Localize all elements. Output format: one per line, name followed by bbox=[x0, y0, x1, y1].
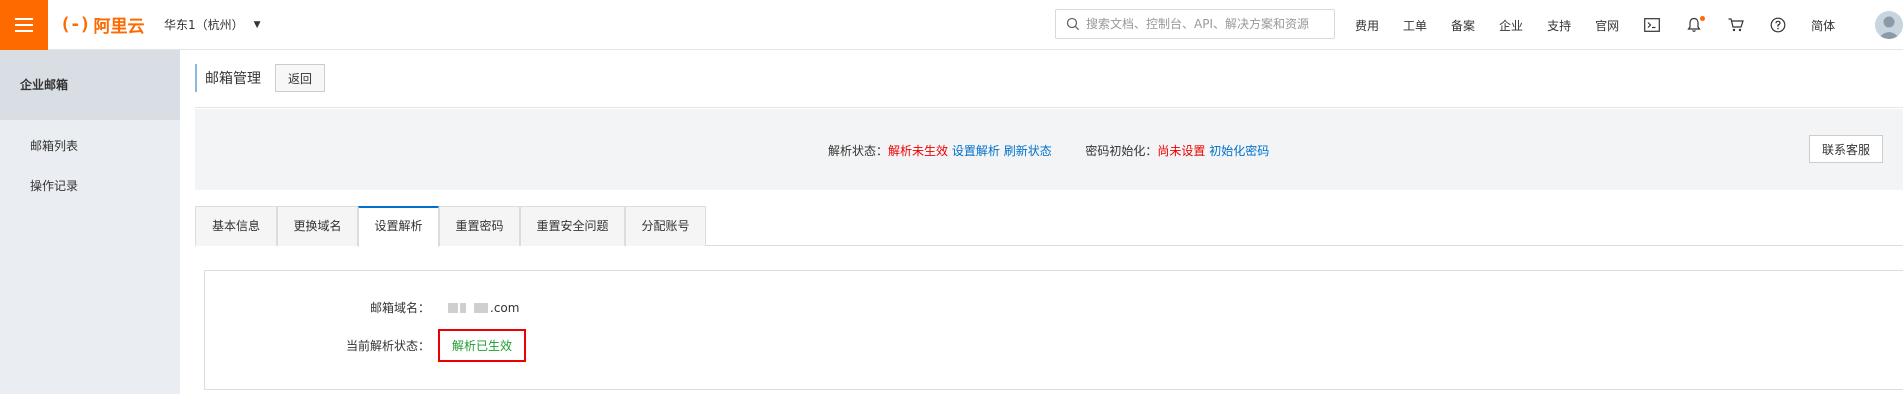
cart-icon[interactable] bbox=[1727, 16, 1745, 34]
nav-icp-filing[interactable]: 备案 bbox=[1451, 17, 1475, 34]
notification-dot bbox=[1700, 16, 1706, 21]
tab-change-domain[interactable]: 更换域名 bbox=[277, 206, 358, 246]
back-button[interactable]: 返回 bbox=[275, 64, 326, 92]
search-box[interactable] bbox=[1055, 9, 1335, 39]
tab-reset-password[interactable]: 重置密码 bbox=[439, 206, 520, 246]
aliyun-logo[interactable]: (-) 阿里云 bbox=[60, 12, 145, 37]
bell-icon[interactable] bbox=[1685, 16, 1706, 34]
tab-reset-security-question[interactable]: 重置安全问题 bbox=[520, 206, 625, 246]
current-status-value: 解析已生效 bbox=[438, 329, 527, 362]
language-switch[interactable]: 简体 bbox=[1811, 17, 1835, 34]
redacted-text bbox=[474, 303, 488, 313]
resolve-detail-panel: 邮箱域名： .com 当前解析状态： 解析已生效 bbox=[204, 270, 1903, 390]
sidebar-item-operation-log[interactable]: 操作记录 bbox=[0, 166, 180, 206]
sidebar-title: 企业邮箱 bbox=[0, 50, 180, 120]
redacted-text bbox=[448, 303, 458, 313]
search-input[interactable] bbox=[1086, 17, 1326, 31]
nav-website[interactable]: 官网 bbox=[1595, 17, 1619, 34]
logo-text: 阿里云 bbox=[93, 17, 145, 37]
header-divider bbox=[195, 107, 1903, 108]
resolve-status-label: 解析状态： bbox=[828, 144, 889, 158]
nav-enterprise[interactable]: 企业 bbox=[1499, 17, 1523, 34]
init-password-link[interactable]: 初始化密码 bbox=[1209, 144, 1269, 158]
domain-suffix: .com bbox=[490, 300, 520, 315]
status-line: 解析状态：解析未生效 设置解析 刷新状态 密码初始化：尚未设置 初始化密码 bbox=[828, 142, 1269, 159]
terminal-icon[interactable] bbox=[1643, 16, 1661, 34]
tab-assign-account[interactable]: 分配账号 bbox=[625, 206, 706, 246]
region-label: 华东1（杭州） bbox=[164, 18, 244, 32]
user-avatar[interactable] bbox=[1875, 11, 1903, 39]
domain-row: 邮箱域名： .com bbox=[205, 299, 519, 316]
resolve-status-value: 解析未生效 bbox=[888, 144, 949, 158]
main-content: 邮箱管理 返回 解析状态：解析未生效 设置解析 刷新状态 密码初始化：尚未设置 … bbox=[180, 50, 1903, 394]
caret-down-icon: ▼ bbox=[253, 19, 261, 30]
search-icon bbox=[1066, 17, 1080, 31]
top-nav-links: 费用 工单 备案 企业 支持 官网 简体 bbox=[1355, 0, 1859, 50]
password-init-label: 密码初始化： bbox=[1085, 144, 1158, 158]
nav-billing[interactable]: 费用 bbox=[1355, 17, 1379, 34]
sidebar: 企业邮箱 邮箱列表 操作记录 bbox=[0, 50, 180, 394]
tab-bar: 基本信息 更换域名 设置解析 重置密码 重置安全问题 分配账号 bbox=[195, 206, 1903, 247]
tab-set-resolve[interactable]: 设置解析 bbox=[358, 206, 439, 247]
nav-tickets[interactable]: 工单 bbox=[1403, 17, 1427, 34]
contact-support-button[interactable]: 联系客服 bbox=[1808, 135, 1883, 163]
redacted-text bbox=[460, 303, 466, 313]
set-resolve-link[interactable]: 设置解析 bbox=[952, 144, 1000, 158]
password-init-value: 尚未设置 bbox=[1157, 144, 1206, 158]
help-icon[interactable] bbox=[1769, 16, 1787, 34]
region-selector[interactable]: 华东1（杭州） ▼ bbox=[164, 16, 261, 33]
domain-value: .com bbox=[448, 301, 519, 315]
sidebar-item-mailbox-list[interactable]: 邮箱列表 bbox=[0, 126, 180, 166]
page-title: 邮箱管理 bbox=[205, 71, 261, 87]
top-navigation-bar: (-) 阿里云 华东1（杭州） ▼ 费用 工单 备案 企业 支持 官网 简体 bbox=[0, 0, 1903, 50]
refresh-status-link[interactable]: 刷新状态 bbox=[1004, 144, 1052, 158]
page-header: 邮箱管理 返回 bbox=[195, 64, 326, 92]
status-panel: 解析状态：解析未生效 设置解析 刷新状态 密码初始化：尚未设置 初始化密码 联系… bbox=[195, 109, 1903, 190]
current-status-label: 当前解析状态： bbox=[345, 339, 430, 353]
nav-support[interactable]: 支持 bbox=[1547, 17, 1571, 34]
logo-mark: (-) bbox=[60, 14, 90, 35]
tab-basic-info[interactable]: 基本信息 bbox=[195, 206, 277, 246]
menu-icon[interactable] bbox=[0, 0, 48, 50]
domain-label: 邮箱域名： bbox=[369, 301, 430, 315]
current-status-row: 当前解析状态： 解析已生效 bbox=[205, 329, 527, 362]
